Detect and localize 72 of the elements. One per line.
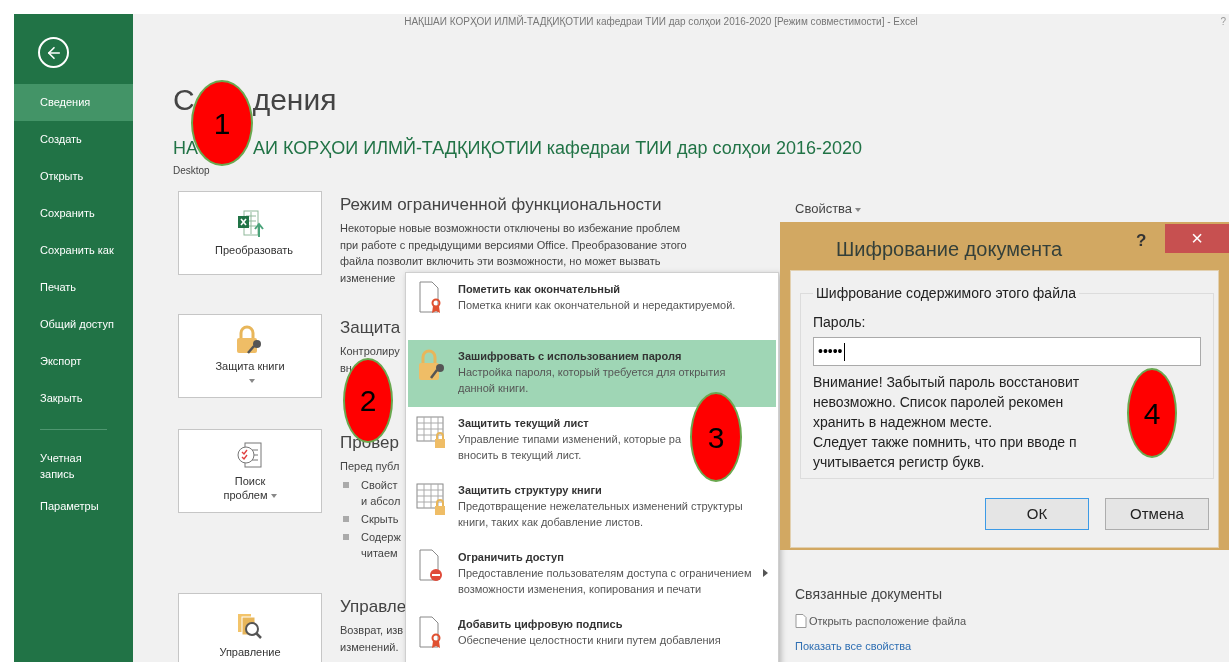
section-button[interactable]: Управление: [178, 593, 322, 662]
ok-button[interactable]: ОК: [985, 498, 1089, 530]
properties-dropdown[interactable]: Свойства: [795, 199, 862, 219]
section-text: Перед публ: [340, 459, 400, 474]
password-label: Пароль:: [813, 313, 866, 332]
section-text: файла позволит включить эти возможности, но может вызвать: [340, 254, 661, 269]
menu-item-title: Защитить структуру книги: [458, 483, 602, 498]
spreadsheet-arrow-icon: [236, 209, 264, 239]
section-button[interactable]: Преобразовать: [178, 191, 322, 275]
page-title: дения: [252, 82, 337, 118]
close-button[interactable]: ×: [1165, 224, 1229, 253]
back-button[interactable]: [38, 37, 69, 68]
section-text: изменение: [340, 270, 396, 286]
window-title: НАҚШАИ КОРҲОИ ИЛМЙ-ТАДҚИҚОТИИ кафедраи ТИИ дар солҳои 2016-2020 [Режим совместимости] - Excel: [404, 14, 918, 29]
section-text: при работе с предыдущими версиями Office. Преобразование этого: [340, 237, 687, 253]
menu-item-description: возможности изменения, копирования и печати: [458, 582, 702, 597]
warning-text: Внимание! Забытый пароль восстановит: [813, 373, 1080, 392]
bullet-icon: [343, 533, 349, 540]
document-title: НА: [173, 137, 198, 160]
warning-text: Следует также помнить, что при вводе п: [813, 433, 1077, 452]
menu-item-description: Настройка пароля, который требуется для открытия: [458, 365, 726, 380]
section-button[interactable]: Защита книги: [178, 314, 322, 398]
menu-item-title: Пометить как окончательный: [458, 282, 621, 297]
bullet-text: читаем: [361, 545, 398, 561]
section-text: изменений.: [340, 639, 399, 655]
section-title: Режим ограниченной функциональности: [340, 194, 662, 216]
section-text: вн: [340, 360, 352, 376]
section-text: Некоторые новые возможности отключены во избежание проблем: [340, 221, 681, 236]
dialog-title: Шифрование документа: [835, 237, 1063, 262]
section-text: Возврат, изв: [340, 623, 404, 638]
bullet-text: Свойст: [361, 477, 398, 493]
group-title: Шифрование содержимого этого файла: [815, 284, 1077, 303]
bullet-icon: [343, 515, 349, 522]
menu-item-description: Управление типами изменений, которые ра: [458, 432, 682, 447]
show-all-properties-link[interactable]: Показать все свойства: [795, 638, 912, 655]
section-button[interactable]: Поиск проблем: [178, 429, 322, 513]
bullet-text: Скрыть: [361, 511, 399, 527]
menu-item-description: данной книги.: [458, 381, 529, 396]
checklist-document-icon: [235, 440, 265, 470]
cancel-button[interactable]: Отмена: [1105, 498, 1209, 530]
bullet-icon: [343, 481, 349, 488]
menu-item-title: Добавить цифровую подпись: [458, 617, 623, 632]
menu-item[interactable]: Зашифровать с использованием пароля Настройка пароля, который требуется для открытия данной книги.: [408, 340, 776, 407]
menu-item-description: Предоставление пользователям доступа с ограничением: [458, 566, 752, 581]
menu-item-title: Защитить текущий лист: [458, 416, 589, 431]
document-icon: [795, 613, 807, 628]
menu-item-description: книги, таких как добавление листов.: [458, 515, 644, 530]
section-title: Защита: [340, 317, 401, 339]
menu-item-title: Зашифровать с использованием пароля: [458, 349, 682, 364]
grid-lock-icon: [416, 482, 448, 516]
sidebar-item[interactable]: Сведения: [14, 84, 133, 121]
grid-lock-icon: [416, 415, 448, 449]
caret-icon: [855, 207, 862, 212]
menu-item-title: Ограничить доступ: [458, 550, 564, 565]
menu-item-description: Обеспечение целостности книги путем добавления: [458, 633, 721, 648]
page-title: С: [173, 82, 195, 118]
document-location: Desktop: [173, 164, 210, 178]
warning-text: хранить в надежном месте.: [813, 413, 993, 432]
document-title: АИ КОРҲОИ ИЛМЙ-ТАДҚИҚОТИИ кафедраи ТИИ дар солҳои 2016-2020: [253, 136, 862, 160]
warning-text: учитывается регистр букв.: [813, 453, 985, 472]
section-text: Контролиру: [340, 344, 400, 359]
bullet-text: Содерж: [361, 529, 401, 545]
bullet-text: и абсол: [361, 493, 401, 509]
warning-text: невозможно. Список паролей рекомен: [813, 393, 1064, 412]
menu-item-description: вносить в текущий лист.: [458, 448, 582, 463]
password-field[interactable]: •••••: [813, 337, 1201, 366]
related-documents-title: Связанные документы: [795, 584, 943, 604]
help-button[interactable]: ?: [1136, 228, 1147, 254]
section-title: Управле: [340, 596, 407, 618]
menu-item-description: Предотвращение нежелательных изменений структуры: [458, 499, 743, 514]
menu-item-description: Пометка книги как окончательной и нередактируемой.: [458, 298, 736, 313]
open-location-link[interactable]: Открыть расположение файла: [795, 612, 967, 629]
